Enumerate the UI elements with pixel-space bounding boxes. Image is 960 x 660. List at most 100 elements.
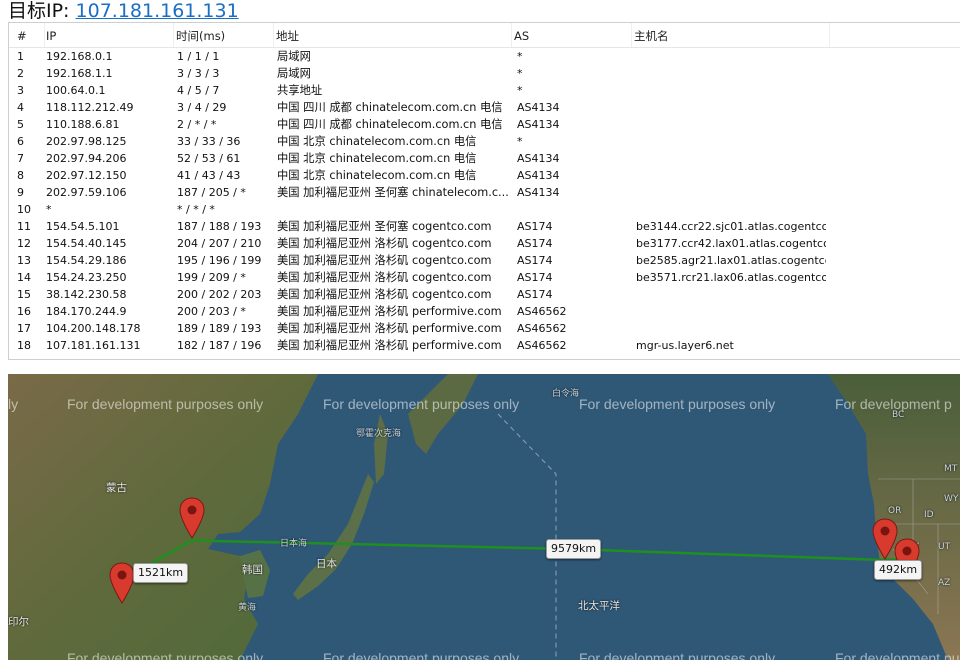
hop-hostname	[636, 82, 826, 99]
watermark: For development purposes only	[835, 650, 960, 660]
hop-time: 187 / 188 / 193	[177, 220, 262, 233]
table-row[interactable]: 5 110.188.6.81 2 / * / * 中国 四川 成都 chinatele…	[9, 116, 960, 133]
hop-address: 中国 四川 成都 chinatelecom.com.cn 电信	[277, 118, 503, 131]
hop-time: 195 / 196 / 199	[177, 254, 262, 267]
hop-address: 局域网	[277, 67, 311, 80]
hop-as: AS174	[517, 271, 553, 284]
hop-index: 17	[17, 322, 31, 335]
table-row[interactable]: 6 202.97.98.125 33 / 33 / 36 中国 北京 chinatel…	[9, 133, 960, 150]
table-row[interactable]: 12 154.54.40.145 204 / 207 / 210 美国 加利福尼亚州 …	[9, 235, 960, 252]
table-row[interactable]: 16 184.170.244.9 200 / 203 / * 美国 加利福尼亚州 洛杉…	[9, 303, 960, 320]
hop-ip: 202.97.94.206	[46, 152, 127, 165]
column-header-hostname[interactable]: 主机名	[632, 23, 830, 47]
hop-index: 18	[17, 339, 31, 352]
column-header-time[interactable]: 时间(ms)	[174, 23, 274, 47]
table-row[interactable]: 9 202.97.59.106 187 / 205 / * 美国 加利福尼亚州 圣何塞…	[9, 184, 960, 201]
hop-as: AS4134	[517, 169, 560, 182]
hop-as: AS46562	[517, 322, 567, 335]
map-pin-chengdu[interactable]	[109, 562, 135, 604]
table-header: # IP 时间(ms) 地址 AS 主机名	[9, 23, 960, 48]
map-label-mongolia: 蒙古	[106, 482, 127, 494]
map-label-bc: BC	[892, 410, 905, 420]
column-header-as[interactable]: AS	[512, 23, 632, 47]
hop-hostname: be2585.agr21.lax01.atlas.cogentco....	[636, 254, 826, 267]
hop-time: 200 / 203 / *	[177, 305, 246, 318]
hop-hostname	[636, 48, 826, 65]
hop-as: AS174	[517, 288, 553, 301]
hop-address: 美国 加利福尼亚州 圣何塞 chinatelecom.c...	[277, 186, 509, 199]
table-row[interactable]: 7 202.97.94.206 52 / 53 / 61 中国 北京 chinatel…	[9, 150, 960, 167]
hop-time: 3 / 4 / 29	[177, 101, 227, 114]
hop-time: 204 / 207 / 210	[177, 237, 262, 250]
hop-time: 199 / 209 / *	[177, 271, 246, 284]
target-ip-link[interactable]: 107.181.161.131	[76, 0, 239, 22]
table-row[interactable]: 10 * * / * / *	[9, 201, 960, 218]
hop-index: 3	[17, 84, 24, 97]
table-row[interactable]: 4 118.112.212.49 3 / 4 / 29 中国 四川 成都 chinat…	[9, 99, 960, 116]
table-row[interactable]: 1 192.168.0.1 1 / 1 / 1 局域网 *	[9, 48, 960, 65]
map-label-japan: 日本	[316, 558, 337, 570]
hop-time: 2 / * / *	[177, 118, 217, 131]
table-row[interactable]: 18 107.181.161.131 182 / 187 / 196 美国 加利福尼亚…	[9, 337, 960, 354]
hop-ip: 184.170.244.9	[46, 305, 127, 318]
table-row[interactable]: 2 192.168.1.1 3 / 3 / 3 局域网 *	[9, 65, 960, 82]
distance-label-1: 1521km	[133, 563, 189, 583]
hop-time: 3 / 3 / 3	[177, 67, 220, 80]
table-row[interactable]: 11 154.54.5.101 187 / 188 / 193 美国 加利福尼亚州 圣…	[9, 218, 960, 235]
watermark: For development purposes only	[67, 396, 264, 412]
watermark: For development purposes only	[323, 396, 520, 412]
hop-ip: 202.97.59.106	[46, 186, 127, 199]
table-row[interactable]: 17 104.200.148.178 189 / 189 / 193 美国 加利福尼亚…	[9, 320, 960, 337]
watermark: For development purposes only	[579, 396, 776, 412]
hop-as: AS46562	[517, 305, 567, 318]
map-pin-beijing[interactable]	[179, 497, 205, 539]
hop-address: 美国 加利福尼亚州 洛杉矶 cogentco.com	[277, 288, 492, 301]
hop-hostname: mgr-us.layer6.net	[636, 339, 734, 352]
hop-time: 200 / 202 / 203	[177, 288, 262, 301]
map-label-north-pacific: 北太平洋	[578, 600, 620, 612]
hop-as: *	[517, 135, 523, 148]
hop-time: 41 / 43 / 43	[177, 169, 241, 182]
hop-address: 美国 加利福尼亚州 洛杉矶 performive.com	[277, 305, 502, 318]
map-label-id: ID	[924, 510, 934, 520]
hop-hostname	[636, 150, 826, 167]
table-row[interactable]: 15 38.142.230.58 200 / 202 / 203 美国 加利福尼亚州 …	[9, 286, 960, 303]
column-header-address[interactable]: 地址	[274, 23, 512, 47]
column-header-index[interactable]: #	[15, 23, 45, 47]
target-ip-header: 目标IP: 107.181.161.131	[8, 0, 239, 22]
map-label-ut: UT	[938, 542, 951, 552]
hop-time: 33 / 33 / 36	[177, 135, 241, 148]
map-label-fragment: 印尔	[8, 616, 29, 628]
hop-as: *	[517, 50, 523, 63]
hop-index: 14	[17, 271, 31, 284]
hop-time: 182 / 187 / 196	[177, 339, 262, 352]
table-row[interactable]: 14 154.24.23.250 199 / 209 / * 美国 加利福尼亚州 洛杉…	[9, 269, 960, 286]
hop-as: *	[517, 67, 523, 80]
watermark: For development purposes only	[67, 650, 264, 660]
map-label-bering-sea: 白令海	[552, 389, 580, 399]
map-background	[8, 374, 960, 660]
hop-address: 中国 北京 chinatelecom.com.cn 电信	[277, 135, 477, 148]
route-map[interactable]: ly For development purposes only For dev…	[8, 374, 960, 660]
column-header-ip[interactable]: IP	[44, 23, 174, 47]
hop-time: * / * / *	[177, 203, 215, 216]
map-label-az: AZ	[938, 578, 951, 588]
hop-address: 中国 北京 chinatelecom.com.cn 电信	[277, 169, 477, 182]
hop-ip: 154.24.23.250	[46, 271, 127, 284]
hop-address: 美国 加利福尼亚州 洛杉矶 cogentco.com	[277, 254, 492, 267]
distance-label-2: 9579km	[546, 539, 602, 559]
table-row[interactable]: 8 202.97.12.150 41 / 43 / 43 中国 北京 chinatel…	[9, 167, 960, 184]
hop-hostname	[636, 320, 826, 337]
hop-hostname	[636, 133, 826, 150]
hop-hostname	[636, 303, 826, 320]
map-label-yellow-sea: 黄海	[238, 603, 257, 613]
target-ip-label: 目标IP:	[8, 0, 76, 22]
table-row[interactable]: 3 100.64.0.1 4 / 5 / 7 共享地址 *	[9, 82, 960, 99]
hop-index: 11	[17, 220, 31, 233]
hop-index: 13	[17, 254, 31, 267]
hop-ip: *	[46, 203, 52, 216]
hop-ip: 192.168.1.1	[46, 67, 113, 80]
hop-ip: 104.200.148.178	[46, 322, 141, 335]
hop-time: 52 / 53 / 61	[177, 152, 241, 165]
table-row[interactable]: 13 154.54.29.186 195 / 196 / 199 美国 加利福尼亚州 …	[9, 252, 960, 269]
